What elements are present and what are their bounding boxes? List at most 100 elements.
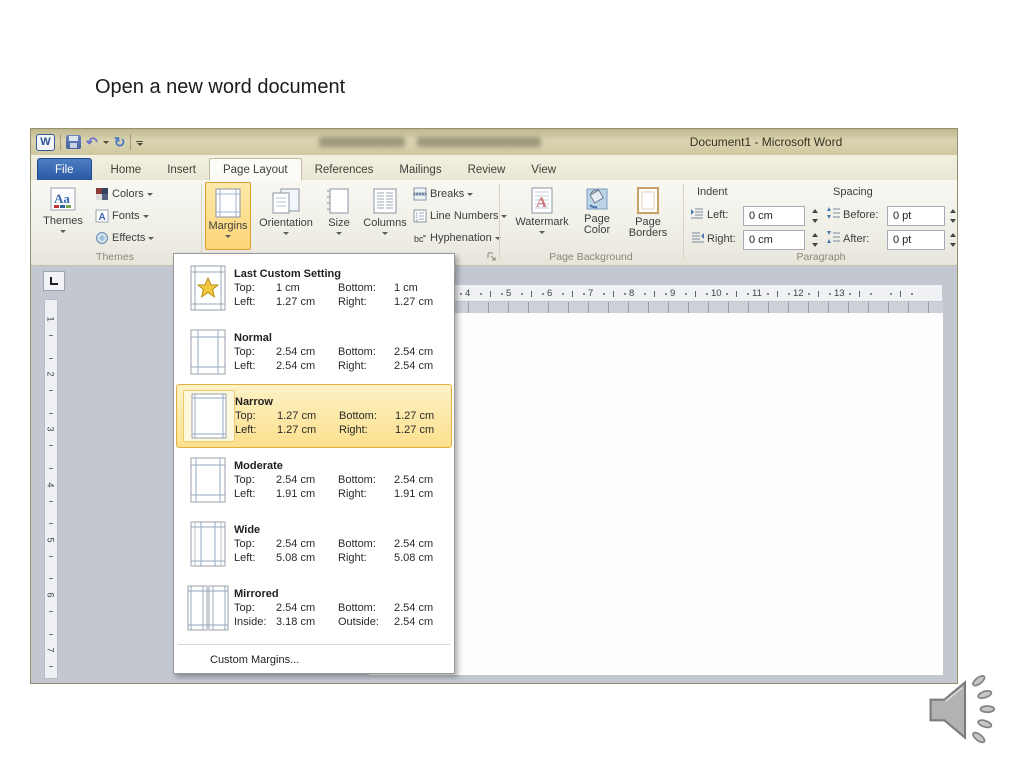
undo-dropdown-icon[interactable] <box>102 140 109 144</box>
margins-button[interactable]: Margins <box>205 182 251 250</box>
group-divider <box>683 184 684 260</box>
tab-references[interactable]: References <box>302 159 387 180</box>
svg-text:A: A <box>99 212 106 223</box>
quick-access-toolbar: W ↶ ↻ <box>36 131 144 153</box>
ribbon-tab-row: File Home Insert Page Layout References … <box>31 155 957 181</box>
page-background-group-label: Page Background <box>549 251 633 263</box>
moderate-margins-icon <box>190 457 226 503</box>
menu-item-last-custom-setting[interactable]: Last Custom Setting Top: 1 cm Bottom: 1 cm… <box>176 256 452 320</box>
dropdown-arrow-icon <box>225 235 231 238</box>
svg-text:A: A <box>536 195 547 211</box>
page-color-button[interactable]: Page Color <box>575 182 619 250</box>
spacing-after-input[interactable]: 0 pt <box>887 230 945 250</box>
vertical-ruler[interactable]: 1 2 3 4 5 6 7 <box>44 299 58 679</box>
page-setup-dialog-launcher-icon[interactable] <box>487 252 497 262</box>
columns-button[interactable]: Columns <box>361 182 409 250</box>
indent-right-input[interactable]: 0 cm <box>743 230 805 250</box>
group-divider <box>201 184 202 260</box>
spacing-before-spinner[interactable] <box>947 206 958 226</box>
hyphenation-button[interactable]: bc Hyphenation <box>413 228 501 248</box>
menu-item-mirrored[interactable]: Mirrored Top: 2.54 cm Bottom: 2.54 cm Insi… <box>176 576 452 640</box>
tab-home[interactable]: Home <box>98 159 155 180</box>
paragraph-group-label: Paragraph <box>796 251 846 263</box>
watermark-icon: A <box>531 187 553 214</box>
spacing-after-icon <box>827 231 840 243</box>
dropdown-arrow-icon <box>539 231 545 234</box>
tab-file[interactable]: File <box>37 158 92 180</box>
themes-icon: Aa <box>50 187 76 211</box>
dropdown-arrow-icon <box>467 192 474 196</box>
redo-icon[interactable]: ↻ <box>114 135 126 149</box>
indent-right-icon <box>692 232 704 243</box>
dropdown-arrow-icon <box>148 236 155 240</box>
hyphenation-icon: bc <box>414 234 426 244</box>
themes-button[interactable]: Aa Themes <box>35 182 91 250</box>
spacing-before-icon <box>827 207 840 219</box>
blurred-text <box>319 137 405 147</box>
save-icon[interactable] <box>66 135 81 149</box>
margins-dropdown-menu: Last Custom Setting Top: 1 cm Bottom: 1 cm… <box>173 253 455 674</box>
blurred-text <box>417 137 541 147</box>
word-logo-icon[interactable]: W <box>36 133 55 151</box>
breaks-button[interactable]: Breaks <box>413 184 474 204</box>
menu-item-wide[interactable]: Wide Top: 2.54 cm Bottom: 2.54 cm Left: 5.0… <box>176 512 452 576</box>
custom-margins-menu-item[interactable]: Custom Margins... <box>176 649 452 671</box>
undo-icon[interactable]: ↶ <box>86 135 98 149</box>
spacing-heading: Spacing <box>833 186 873 198</box>
size-button[interactable]: Size <box>319 182 359 250</box>
tab-view[interactable]: View <box>518 159 569 180</box>
window-title: Document1 - Microsoft Word <box>689 135 843 149</box>
tab-insert[interactable]: Insert <box>154 159 209 180</box>
watermark-button[interactable]: A Watermark <box>513 182 571 250</box>
tab-review[interactable]: Review <box>455 159 519 180</box>
line-numbers-button[interactable]: 123 Line Numbers <box>413 206 508 226</box>
tab-page-layout[interactable]: Page Layout <box>208 158 302 181</box>
breaks-icon <box>413 187 427 201</box>
page-borders-button[interactable]: Page Borders <box>623 182 673 250</box>
theme-fonts-button[interactable]: A Fonts <box>95 206 149 226</box>
spacing-after-spinner[interactable] <box>947 230 958 250</box>
theme-fonts-icon: A <box>95 209 109 223</box>
indent-left-label: Left: <box>707 209 729 221</box>
group-divider <box>499 184 500 260</box>
audio-speaker-icon[interactable] <box>922 670 1008 750</box>
slide-title: Open a new word document <box>95 76 346 98</box>
tab-stop-icon <box>50 277 58 285</box>
ribbon: Aa Themes Colors A Fonts Effects Themes … <box>31 180 957 266</box>
narrow-margins-icon <box>191 393 227 439</box>
svg-text:bc: bc <box>414 234 424 244</box>
size-icon <box>327 188 349 214</box>
theme-colors-icon <box>96 188 108 200</box>
tab-stop-selector[interactable] <box>43 271 65 291</box>
theme-colors-button[interactable]: Colors <box>95 184 153 204</box>
menu-item-normal[interactable]: Normal Top: 2.54 cm Bottom: 2.54 cm Left: 2… <box>176 320 452 384</box>
document-page[interactable] <box>369 313 943 675</box>
svg-text:Aa: Aa <box>54 191 70 206</box>
theme-effects-icon <box>96 232 108 244</box>
line-numbers-icon: 123 <box>413 209 427 223</box>
customize-qat-icon[interactable] <box>136 139 144 146</box>
dropdown-arrow-icon <box>501 214 508 218</box>
spacing-after-label: After: <box>843 233 870 245</box>
page-borders-icon <box>637 187 659 214</box>
tab-mailings[interactable]: Mailings <box>386 159 454 180</box>
indent-left-spinner[interactable] <box>809 206 820 226</box>
dropdown-arrow-icon <box>60 230 66 233</box>
menu-item-moderate[interactable]: Moderate Top: 2.54 cm Bottom: 2.54 cm Left… <box>176 448 452 512</box>
menu-item-narrow[interactable]: Narrow Top: 1.27 cm Bottom: 1.27 cm Left: 1… <box>176 384 452 448</box>
orientation-button[interactable]: Orientation <box>255 182 317 250</box>
last-custom-setting-icon <box>190 265 226 311</box>
indent-right-label: Right: <box>707 233 736 245</box>
margins-icon <box>215 188 241 218</box>
columns-icon <box>373 188 397 214</box>
separator <box>130 134 132 150</box>
orientation-icon <box>272 188 300 214</box>
mirrored-margins-icon <box>187 585 229 631</box>
indent-heading: Indent <box>697 186 728 198</box>
indent-right-spinner[interactable] <box>809 230 820 250</box>
spacing-before-input[interactable]: 0 pt <box>887 206 945 226</box>
indent-left-input[interactable]: 0 cm <box>743 206 805 226</box>
spacing-before-label: Before: <box>843 209 879 221</box>
word-window: W ↶ ↻ Document1 - Microsoft Word File Ho… <box>30 128 958 684</box>
theme-effects-button[interactable]: Effects <box>95 228 155 248</box>
